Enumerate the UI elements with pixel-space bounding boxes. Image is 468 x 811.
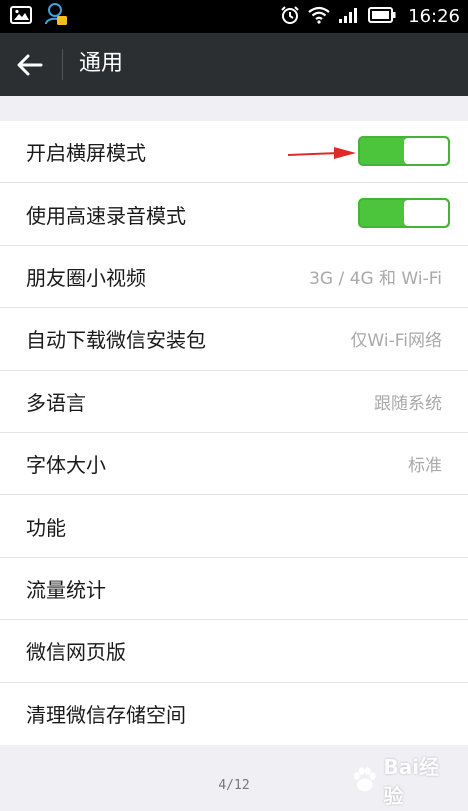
setting-label: 多语言 xyxy=(26,390,86,415)
landscape-mode-toggle[interactable] xyxy=(358,136,450,166)
toggle-knob xyxy=(404,138,448,164)
setting-label: 字体大小 xyxy=(26,453,106,478)
watermark-text: Bai经验 xyxy=(383,755,440,808)
setting-label: 功能 xyxy=(26,515,66,540)
status-right-icons: 16:26 xyxy=(280,0,460,33)
status-left-icons xyxy=(10,2,68,32)
settings-list: 开启横屏模式 使用高速录音模式 朋友圈小视频 3G / 4G 和 Wi-Fi 自… xyxy=(0,121,468,745)
annotation-arrow-icon xyxy=(288,147,356,159)
setting-moments-video[interactable]: 朋友圈小视频 3G / 4G 和 Wi-Fi xyxy=(0,246,468,309)
alarm-icon xyxy=(280,5,300,29)
app-bar: 通用 xyxy=(0,33,468,96)
status-clock: 16:26 xyxy=(408,6,460,27)
setting-data-usage[interactable]: 流量统计 xyxy=(0,558,468,621)
setting-clear-storage[interactable]: 清理微信存储空间 xyxy=(0,683,468,745)
toggle-knob xyxy=(404,200,448,227)
back-button[interactable] xyxy=(10,45,50,85)
status-bar: 16:26 xyxy=(0,0,468,33)
page-title: 通用 xyxy=(79,51,124,76)
setting-font-size[interactable]: 字体大小 标准 xyxy=(0,433,468,496)
back-arrow-icon xyxy=(17,54,43,76)
wechat-notification-icon xyxy=(44,2,68,32)
setting-value: 标准 xyxy=(408,456,442,477)
wifi-icon xyxy=(308,6,330,28)
setting-label: 使用高速录音模式 xyxy=(26,203,186,228)
baidu-jingyan-watermark: Bai经验 xyxy=(350,755,458,808)
setting-auto-download[interactable]: 自动下载微信安装包 仅Wi-Fi网络 xyxy=(0,308,468,371)
setting-features[interactable]: 功能 xyxy=(0,495,468,558)
app-bar-divider xyxy=(62,49,63,80)
setting-label: 清理微信存储空间 xyxy=(26,703,186,728)
setting-value: 3G / 4G 和 Wi-Fi xyxy=(309,268,442,289)
setting-landscape-mode[interactable]: 开启横屏模式 xyxy=(0,121,468,184)
setting-value: 跟随系统 xyxy=(374,393,442,414)
setting-language[interactable]: 多语言 跟随系统 xyxy=(0,371,468,433)
paw-logo-icon xyxy=(353,767,376,792)
setting-label: 微信网页版 xyxy=(26,640,126,665)
setting-value: 仅Wi-Fi网络 xyxy=(350,331,442,352)
setting-label: 流量统计 xyxy=(26,577,106,602)
battery-icon xyxy=(368,6,396,27)
setting-label: 开启横屏模式 xyxy=(26,141,146,166)
setting-label: 朋友圈小视频 xyxy=(26,265,146,290)
setting-web-wechat[interactable]: 微信网页版 xyxy=(0,620,468,683)
image-notification-icon xyxy=(10,6,32,28)
setting-label: 自动下载微信安装包 xyxy=(26,328,206,353)
setting-high-speed-recording[interactable]: 使用高速录音模式 xyxy=(0,183,468,246)
signal-icon xyxy=(338,6,360,28)
high-speed-recording-toggle[interactable] xyxy=(358,198,450,229)
